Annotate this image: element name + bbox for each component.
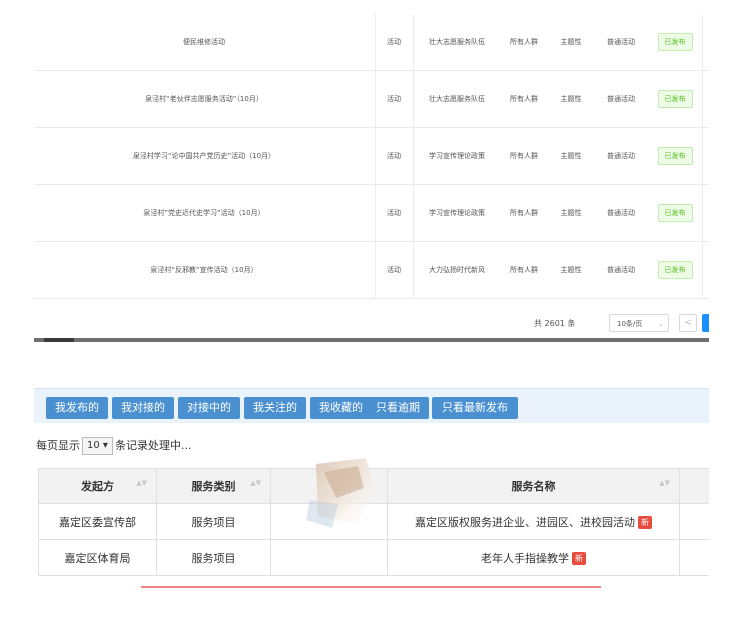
- table-row[interactable]: 泉泾村“老伙伴志愿服务活动”（10月） 活动 壮大志愿服务队伍 所有人群 主题性…: [34, 71, 709, 128]
- service-name-cell[interactable]: 嘉定区版权服务进企业、进园区、进校园活动新: [387, 503, 680, 540]
- header-initiator[interactable]: 发起方 ▲▼: [38, 468, 157, 504]
- service-table: 发起方 ▲▼ 服务类别 ▲▼ 服务名称 ▲▼ 嘉定区委宣传部 服务项目 嘉定区版权服务…: [38, 468, 709, 576]
- sort-icon[interactable]: ▲▼: [250, 479, 261, 487]
- tab-overdue-only[interactable]: 只看逾期: [367, 397, 429, 419]
- activity-team: 学习宣传理论政策: [429, 209, 485, 217]
- status-badge: 已发布: [657, 204, 693, 222]
- activity-crowd: 所有人群: [510, 266, 538, 274]
- red-underline: [141, 586, 601, 588]
- header-extra: [679, 468, 709, 504]
- sort-icon[interactable]: ▲▼: [659, 479, 670, 487]
- page-size-select[interactable]: 10条/页 ⌄: [609, 314, 669, 332]
- activity-type: 活动: [387, 95, 401, 103]
- activity-kind: 普通活动: [607, 95, 635, 103]
- activity-title[interactable]: 泉泾村“老伙伴志愿服务活动”（10月）: [34, 71, 374, 127]
- page-length-control: 每页显示 10 ▾ 条记录处理中...: [36, 437, 191, 455]
- tab-my-connected[interactable]: 我对接的: [112, 397, 174, 419]
- activity-type: 活动: [387, 266, 401, 274]
- activity-title[interactable]: 泉泾村“反邪教”宣传活动（10月）: [34, 242, 374, 298]
- activity-crowd: 所有人群: [510, 152, 538, 160]
- header-category[interactable]: 服务类别 ▲▼: [156, 468, 271, 504]
- blank-cell: [270, 539, 388, 576]
- pagination: 共 2601 条 10条/页 ⌄ < 1: [34, 314, 709, 334]
- activity-table: 便民维修活动 活动 壮大志愿服务队伍 所有人群 主题性 普通活动 已发布 泉泾村…: [34, 14, 709, 299]
- chevron-down-icon: ⌄: [658, 320, 664, 328]
- activity-team: 壮大志愿服务队伍: [429, 95, 485, 103]
- service-name-link[interactable]: 嘉定区版权服务进企业、进园区、进校园活动: [415, 516, 635, 529]
- activity-team: 壮大志愿服务队伍: [429, 38, 485, 46]
- activity-crowd: 所有人群: [510, 95, 538, 103]
- table-row[interactable]: 嘉定区体育局 服务项目 老年人手指操教学新: [38, 539, 709, 576]
- header-service-name[interactable]: 服务名称 ▲▼: [387, 468, 680, 504]
- length-prefix: 每页显示: [36, 439, 80, 452]
- activity-type: 活动: [387, 209, 401, 217]
- activity-title[interactable]: 泉泾村”党史近代史学习”活动（10月）: [34, 185, 374, 241]
- sort-icon[interactable]: ▲▼: [136, 479, 147, 487]
- category-cell: 服务项目: [156, 503, 271, 540]
- status-badge: 已发布: [657, 261, 693, 279]
- caret-down-icon: ▾: [102, 440, 108, 451]
- activity-type: 活动: [387, 38, 401, 46]
- initiator-cell: 嘉定区体育局: [38, 539, 157, 576]
- prev-page-button[interactable]: <: [679, 314, 697, 332]
- extra-cell: [679, 503, 709, 540]
- tab-my-published[interactable]: 我发布的: [46, 397, 108, 419]
- activity-type: 活动: [387, 152, 401, 160]
- new-badge: 新: [638, 516, 652, 529]
- status-badge: 已发布: [657, 90, 693, 108]
- blank-cell: [270, 503, 388, 540]
- activity-theme: 主题性: [560, 266, 582, 274]
- new-badge: 新: [572, 552, 586, 565]
- page-length-value: 10: [87, 440, 100, 451]
- service-name-cell[interactable]: 老年人手指操教学新: [387, 539, 680, 576]
- activity-title[interactable]: 泉泾村学习“论中国共产党历史”活动（10月）: [34, 128, 374, 184]
- tab-my-followed[interactable]: 我关注的: [244, 397, 306, 419]
- table-row[interactable]: 泉泾村“反邪教”宣传活动（10月） 活动 大力弘扬时代新风 所有人群 主题性 普…: [34, 242, 709, 299]
- length-suffix: 条记录: [114, 439, 148, 452]
- activity-theme: 主题性: [560, 95, 582, 103]
- table-row[interactable]: 便民维修活动 活动 壮大志愿服务队伍 所有人群 主题性 普通活动 已发布: [34, 14, 709, 71]
- tab-connecting[interactable]: 对接中的: [178, 397, 240, 419]
- service-list-panel: 我发布的 我对接的 对接中的 我关注的 我收藏的 只看逾期 只看最新发布 每页显…: [34, 342, 709, 576]
- category-cell: 服务项目: [156, 539, 271, 576]
- table-row[interactable]: 泉泾村学习“论中国共产党历史”活动（10月） 活动 学习宣传理论政策 所有人群 …: [34, 128, 709, 185]
- status-badge: 已发布: [657, 33, 693, 51]
- activity-team: 学习宣传理论政策: [429, 152, 485, 160]
- processing-indicator: 处理中...: [147, 439, 192, 452]
- initiator-cell: 嘉定区委宣传部: [38, 503, 157, 540]
- status-badge: 已发布: [657, 147, 693, 165]
- tab-my-favorites[interactable]: 我收藏的: [310, 397, 372, 419]
- extra-cell: [679, 539, 709, 576]
- activity-kind: 普通活动: [607, 38, 635, 46]
- activity-theme: 主题性: [560, 209, 582, 217]
- filter-tab-strip: 我发布的 我对接的 对接中的 我关注的 我收藏的 只看逾期 只看最新发布: [34, 388, 709, 423]
- page-number-active[interactable]: 1: [702, 314, 709, 332]
- page-length-select[interactable]: 10 ▾: [82, 437, 113, 455]
- tab-latest-only[interactable]: 只看最新发布: [432, 397, 518, 419]
- service-name-link[interactable]: 老年人手指操教学: [481, 552, 569, 565]
- activity-kind: 普通活动: [607, 209, 635, 217]
- pagination-total: 共 2601 条: [534, 319, 576, 328]
- table-row[interactable]: 嘉定区委宣传部 服务项目 嘉定区版权服务进企业、进园区、进校园活动新: [38, 503, 709, 540]
- activity-list-panel: 便民维修活动 活动 壮大志愿服务队伍 所有人群 主题性 普通活动 已发布 泉泾村…: [34, 12, 709, 338]
- chevron-left-icon: <: [684, 318, 692, 328]
- header-blank[interactable]: [270, 468, 388, 504]
- table-row[interactable]: 泉泾村”党史近代史学习”活动（10月） 活动 学习宣传理论政策 所有人群 主题性…: [34, 185, 709, 242]
- page-size-value: 10条/页: [617, 320, 643, 328]
- table-header-row: 发起方 ▲▼ 服务类别 ▲▼ 服务名称 ▲▼: [38, 468, 709, 504]
- activity-kind: 普通活动: [607, 152, 635, 160]
- activity-crowd: 所有人群: [510, 38, 538, 46]
- activity-team: 大力弘扬时代新风: [429, 266, 485, 274]
- activity-title[interactable]: 便民维修活动: [34, 14, 374, 70]
- activity-theme: 主题性: [560, 38, 582, 46]
- activity-crowd: 所有人群: [510, 209, 538, 217]
- activity-theme: 主题性: [560, 152, 582, 160]
- activity-kind: 普通活动: [607, 266, 635, 274]
